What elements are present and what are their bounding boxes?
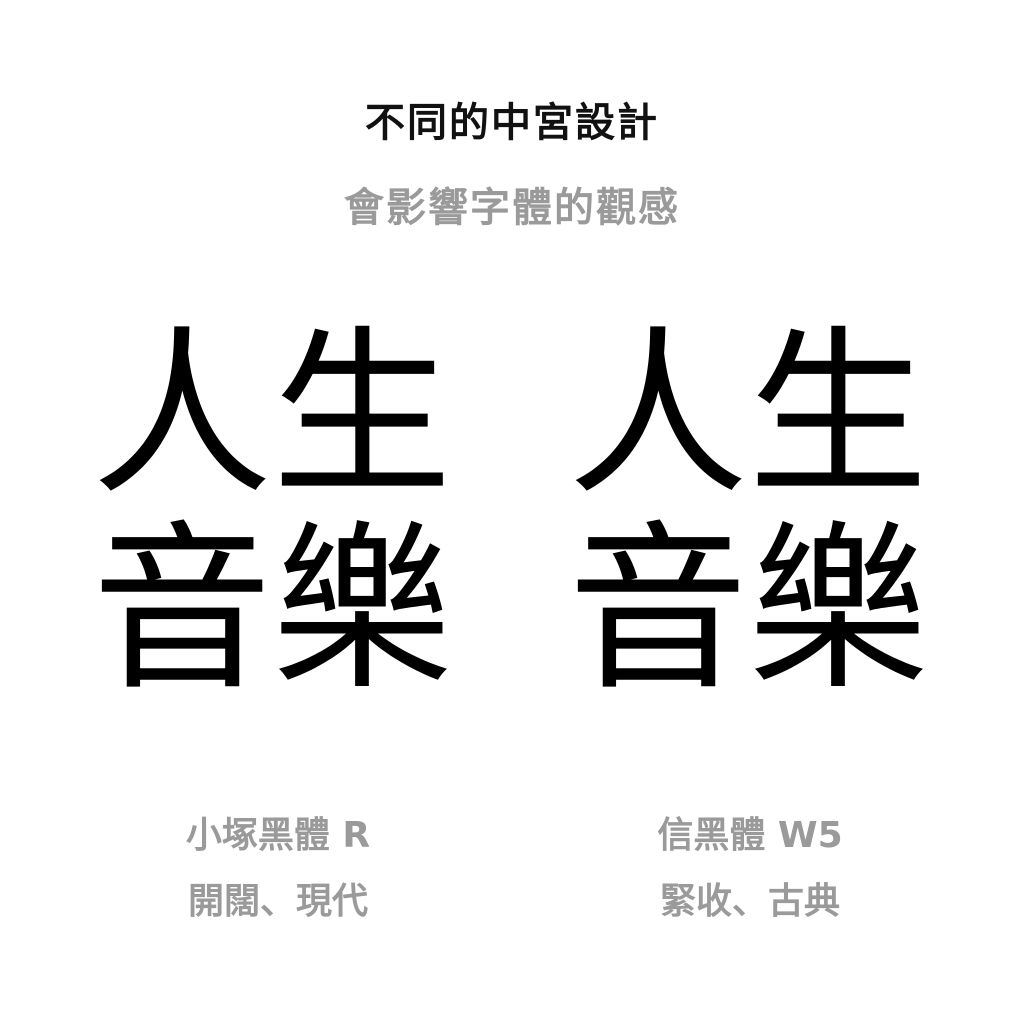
specimen-left-row-1: 人生 [91,311,452,520]
font-name-left: 小塚黑體 R [185,815,371,856]
specimen-left-row-2: 音樂 [91,506,452,715]
specimen-right-row-2: 音樂 [567,506,928,715]
page-subtitle: 會影響字體的觀感 [344,185,680,231]
specimen-right-row-1: 人生 [567,311,928,520]
font-specimen-left: 人生 音樂 [72,318,472,708]
page-title: 不同的中宮設計 [365,100,659,146]
caption-left: 小塚黑體 R 開闊、現代 [128,818,428,920]
caption-right: 信黑體 W5 緊收、古典 [600,818,900,920]
font-description-left: 開闊、現代 [187,881,368,922]
font-name-right: 信黑體 W5 [657,815,843,856]
font-specimen-right: 人生 音樂 [548,318,948,708]
font-description-right: 緊收、古典 [659,881,840,922]
